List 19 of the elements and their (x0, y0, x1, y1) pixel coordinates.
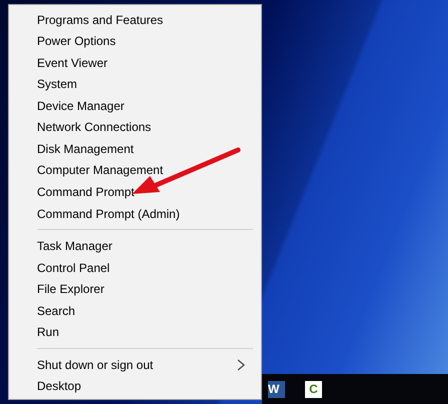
menu-item[interactable]: Command Prompt (9, 181, 261, 203)
menu-item[interactable]: Desktop (9, 375, 261, 397)
menu-item[interactable]: Device Manager (9, 95, 261, 117)
menu-item[interactable]: Event Viewer (9, 52, 261, 74)
menu-item[interactable]: Task Manager (9, 235, 261, 257)
menu-item[interactable]: Disk Management (9, 138, 261, 160)
menu-item[interactable]: Search (9, 300, 261, 322)
menu-item[interactable]: File Explorer (9, 278, 261, 300)
menu-item[interactable]: Network Connections (9, 116, 261, 138)
menu-item[interactable]: System (9, 74, 261, 96)
menu-item[interactable]: Computer Management (9, 160, 261, 182)
menu-item[interactable]: Control Panel (9, 256, 261, 278)
menu-item[interactable]: Shut down or sign out (9, 354, 261, 376)
letter-app-icon[interactable]: C (305, 380, 322, 398)
menu-item[interactable]: Programs and Features (9, 9, 261, 31)
menu-item[interactable]: Run (9, 321, 261, 343)
document-app-icon[interactable]: W (268, 380, 285, 398)
menu-item[interactable]: Power Options (9, 30, 261, 52)
menu-item[interactable]: Command Prompt (Admin) (9, 202, 261, 224)
